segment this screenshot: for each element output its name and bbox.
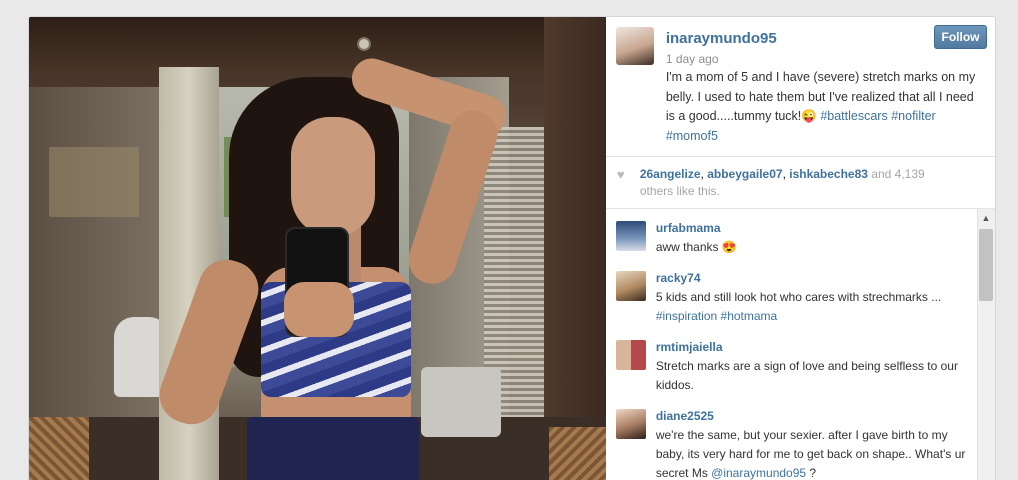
comment-item: racky74 5 kids and still look hot who ca…: [606, 269, 995, 326]
liker-link[interactable]: abbeygaile07: [707, 167, 782, 181]
post-caption: I'm a mom of 5 and I have (severe) stret…: [666, 68, 985, 146]
ceiling-lamp: [357, 37, 371, 51]
comment-tag[interactable]: #inspiration: [656, 309, 717, 323]
caption-tag[interactable]: #battlescars: [820, 109, 887, 123]
avatar[interactable]: [615, 221, 646, 251]
comments-list[interactable]: urfabmama aww thanks 😍 racky74 5 kids an…: [606, 209, 995, 480]
comment-item: urfabmama aww thanks 😍: [606, 219, 995, 257]
likes-others: others like this.: [639, 184, 720, 198]
comment-item: diane2525 we're the same, but your sexie…: [606, 407, 995, 480]
likes-count[interactable]: and 4,139: [868, 167, 924, 181]
comment-username[interactable]: diane2525: [656, 407, 971, 426]
comment-username[interactable]: racky74: [656, 269, 971, 288]
comment-username[interactable]: rmtimjaiella: [656, 338, 971, 357]
comment-item: rmtimjaiella Stretch marks are a sign of…: [606, 338, 995, 395]
comment-text: Stretch marks are a sign of love and bei…: [655, 359, 958, 392]
comment-mention[interactable]: @inaraymundo95: [711, 466, 806, 480]
post-photo[interactable]: [29, 17, 606, 480]
likes-summary: ♥ 26angelize, abbeygaile07, ishkabeche83…: [605, 157, 995, 209]
post-header: inaraymundo95 1 day ago I'm a mom of 5 a…: [605, 17, 995, 157]
chevron-up-icon[interactable]: ▲: [977, 209, 995, 227]
scrollbar-thumb[interactable]: [979, 229, 993, 301]
comment-text: aww thanks 😍: [655, 240, 737, 254]
avatar[interactable]: [615, 409, 646, 439]
follow-button[interactable]: Follow: [934, 25, 987, 49]
comments-scrollbar[interactable]: ▲: [977, 209, 995, 480]
avatar[interactable]: [615, 271, 646, 301]
liker-link[interactable]: 26angelize: [640, 167, 701, 181]
comment-text: 5 kids and still look hot who cares with…: [655, 290, 942, 304]
heart-icon: ♥: [616, 167, 625, 182]
comment-username[interactable]: urfabmama: [656, 219, 971, 238]
liker-link[interactable]: ishkabeche83: [789, 167, 868, 181]
post-timestamp[interactable]: 1 day ago: [666, 52, 985, 66]
avatar[interactable]: [615, 340, 646, 370]
caption-tag[interactable]: #nofilter: [891, 109, 935, 123]
comment-tag[interactable]: #hotmama: [721, 309, 778, 323]
post-card: inaraymundo95 1 day ago I'm a mom of 5 a…: [28, 16, 996, 480]
post-sidebar: inaraymundo95 1 day ago I'm a mom of 5 a…: [605, 17, 995, 480]
caption-tag[interactable]: #momof5: [666, 129, 718, 143]
avatar[interactable]: [615, 27, 654, 65]
